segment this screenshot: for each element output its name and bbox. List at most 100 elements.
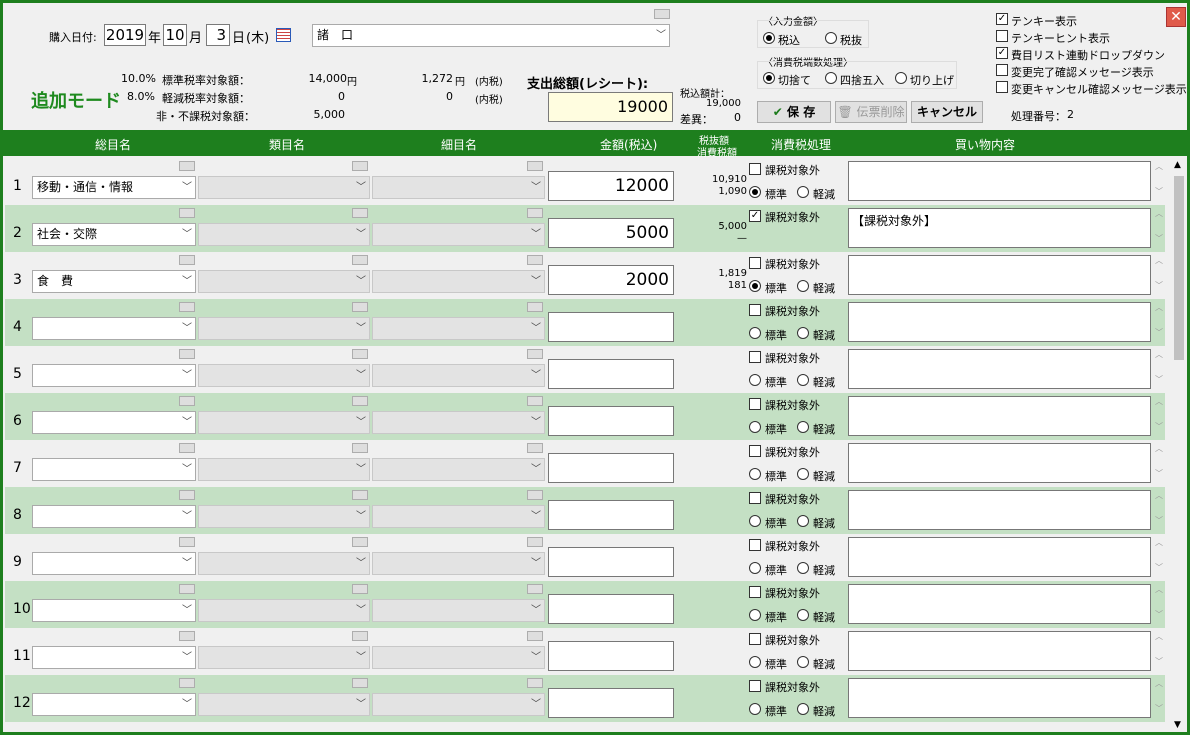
detail-dropdown[interactable]: ﹀	[372, 176, 545, 199]
amount-field[interactable]	[548, 500, 674, 530]
category-mini-button[interactable]	[179, 396, 195, 406]
memo-field[interactable]	[848, 302, 1151, 342]
exempt-checkbox[interactable]	[749, 445, 761, 457]
opt-confirm-change-checkbox[interactable]	[996, 64, 1008, 76]
subcategory-dropdown[interactable]: ﹀	[198, 176, 370, 199]
delete-button[interactable]: 🗑 伝票削除	[835, 101, 907, 123]
detail-dropdown[interactable]: ﹀	[372, 646, 545, 669]
detail-mini-button[interactable]	[527, 443, 543, 453]
chevron-up-icon[interactable]: ︿	[1152, 631, 1166, 642]
subcategory-dropdown[interactable]: ﹀	[198, 223, 370, 246]
subcategory-mini-button[interactable]	[352, 302, 368, 312]
subcategory-dropdown[interactable]: ﹀	[198, 270, 370, 293]
opt-confirm-cancel-checkbox[interactable]	[996, 81, 1008, 93]
subcategory-mini-button[interactable]	[352, 161, 368, 171]
round-up-radio[interactable]	[895, 72, 907, 84]
detail-dropdown[interactable]: ﹀	[372, 270, 545, 293]
detail-dropdown[interactable]: ﹀	[372, 599, 545, 622]
detail-mini-button[interactable]	[527, 678, 543, 688]
amount-field[interactable]: 12000	[548, 171, 674, 201]
receipt-total-field[interactable]: 19000	[548, 92, 673, 122]
memo-scroll[interactable]: ︿ ﹀	[1152, 302, 1166, 342]
category-mini-button[interactable]	[179, 631, 195, 641]
subcategory-dropdown[interactable]: ﹀	[198, 411, 370, 434]
opt-tenkey-hint-checkbox[interactable]	[996, 30, 1008, 42]
chevron-up-icon[interactable]: ︿	[1152, 255, 1166, 266]
category-dropdown[interactable]: ﹀	[32, 552, 196, 575]
detail-dropdown[interactable]: ﹀	[372, 505, 545, 528]
reduced-radio[interactable]	[797, 515, 809, 527]
subcategory-dropdown[interactable]: ﹀	[198, 693, 370, 716]
category-dropdown[interactable]: 社会・交際 ﹀	[32, 223, 196, 246]
category-dropdown[interactable]: ﹀	[32, 411, 196, 434]
category-mini-button[interactable]	[179, 255, 195, 265]
category-mini-button[interactable]	[179, 678, 195, 688]
category-dropdown[interactable]: 食 費 ﹀	[32, 270, 196, 293]
amount-field[interactable]	[548, 453, 674, 483]
category-dropdown[interactable]: ﹀	[32, 317, 196, 340]
subcategory-mini-button[interactable]	[352, 208, 368, 218]
month-field[interactable]: 10	[163, 24, 187, 46]
category-dropdown[interactable]: ﹀	[32, 458, 196, 481]
detail-mini-button[interactable]	[527, 396, 543, 406]
chevron-down-icon[interactable]: ﹀	[1152, 421, 1166, 432]
subcategory-mini-button[interactable]	[352, 631, 368, 641]
detail-mini-button[interactable]	[527, 349, 543, 359]
reduced-radio[interactable]	[797, 186, 809, 198]
detail-dropdown[interactable]: ﹀	[372, 223, 545, 246]
amount-field[interactable]: 2000	[548, 265, 674, 295]
amount-field[interactable]	[548, 406, 674, 436]
chevron-up-icon[interactable]: ︿	[1152, 443, 1166, 454]
subcategory-dropdown[interactable]: ﹀	[198, 505, 370, 528]
subcategory-dropdown[interactable]: ﹀	[198, 646, 370, 669]
subcategory-mini-button[interactable]	[352, 349, 368, 359]
amount-field[interactable]	[548, 594, 674, 624]
standard-radio[interactable]	[749, 515, 761, 527]
memo-scroll[interactable]: ︿ ﹀	[1152, 349, 1166, 389]
reduced-radio[interactable]	[797, 468, 809, 480]
subcategory-mini-button[interactable]	[352, 443, 368, 453]
category-mini-button[interactable]	[179, 443, 195, 453]
detail-dropdown[interactable]: ﹀	[372, 693, 545, 716]
exempt-checkbox[interactable]	[749, 586, 761, 598]
amount-field[interactable]	[548, 641, 674, 671]
category-dropdown[interactable]: ﹀	[32, 599, 196, 622]
memo-field[interactable]	[848, 396, 1151, 436]
chevron-up-icon[interactable]: ︿	[1152, 584, 1166, 595]
memo-field[interactable]	[848, 678, 1151, 718]
reduced-radio[interactable]	[797, 703, 809, 715]
exempt-checkbox[interactable]	[749, 163, 761, 175]
taxin-radio[interactable]	[763, 32, 775, 44]
category-dropdown[interactable]: ﹀	[32, 505, 196, 528]
subcategory-mini-button[interactable]	[352, 490, 368, 500]
memo-field[interactable]	[848, 161, 1151, 201]
reduced-radio[interactable]	[797, 374, 809, 386]
detail-mini-button[interactable]	[527, 537, 543, 547]
detail-dropdown[interactable]: ﹀	[372, 411, 545, 434]
store-mini-button[interactable]	[654, 9, 670, 19]
calendar-icon[interactable]	[276, 28, 291, 42]
cancel-button[interactable]: キャンセル	[911, 101, 983, 123]
detail-dropdown[interactable]: ﹀	[372, 552, 545, 575]
standard-radio[interactable]	[749, 468, 761, 480]
memo-field[interactable]	[848, 443, 1151, 483]
round-down-radio[interactable]	[763, 72, 775, 84]
subcategory-dropdown[interactable]: ﹀	[198, 317, 370, 340]
reduced-radio[interactable]	[797, 562, 809, 574]
detail-dropdown[interactable]: ﹀	[372, 458, 545, 481]
chevron-down-icon[interactable]: ﹀	[1152, 327, 1166, 338]
standard-radio[interactable]	[749, 280, 761, 292]
memo-scroll[interactable]: ︿ ﹀	[1152, 443, 1166, 483]
amount-field[interactable]: 5000	[548, 218, 674, 248]
reduced-radio[interactable]	[797, 609, 809, 621]
category-mini-button[interactable]	[179, 537, 195, 547]
memo-scroll[interactable]: ︿ ﹀	[1152, 537, 1166, 577]
memo-field[interactable]	[848, 584, 1151, 624]
store-dropdown[interactable]: 諸 口 ﹀	[312, 24, 670, 47]
scroll-down-icon[interactable]: ▼	[1174, 720, 1181, 730]
memo-scroll[interactable]: ︿ ﹀	[1152, 161, 1166, 201]
category-dropdown[interactable]: ﹀	[32, 364, 196, 387]
chevron-down-icon[interactable]: ﹀	[1152, 703, 1166, 714]
reduced-radio[interactable]	[797, 280, 809, 292]
standard-radio[interactable]	[749, 656, 761, 668]
